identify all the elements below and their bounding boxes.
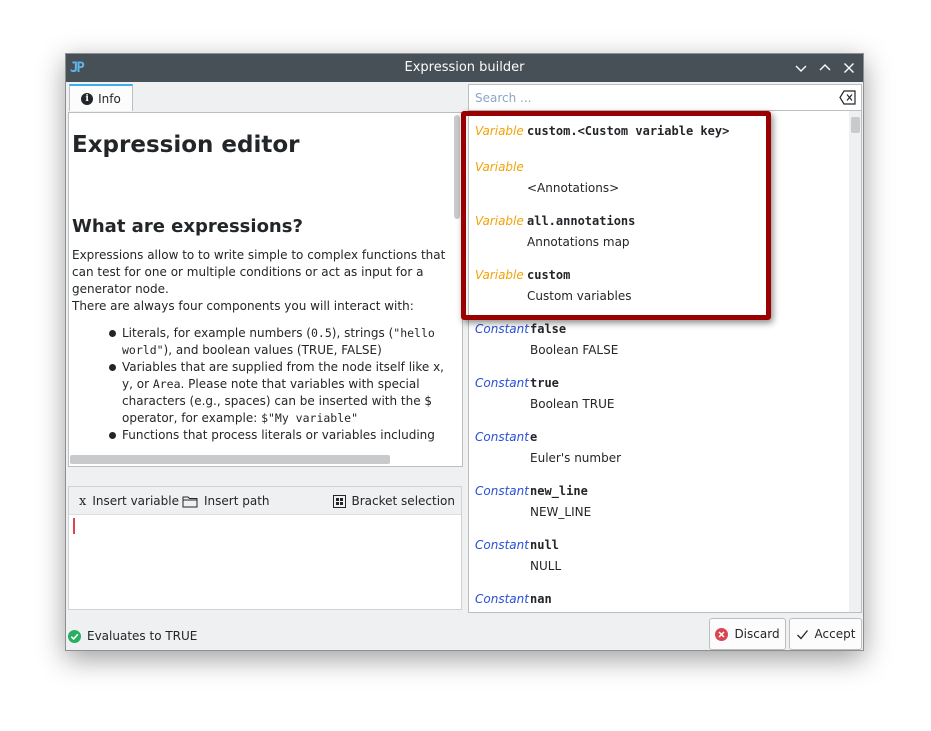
doc-horizontal-scrollbar[interactable]	[70, 455, 390, 464]
folder-icon	[182, 496, 198, 507]
minimize-button[interactable]	[791, 58, 811, 78]
item-description: NEW_LINE	[530, 505, 592, 519]
info-icon: i	[81, 92, 94, 105]
doc-subheading: What are expressions?	[72, 216, 303, 237]
text-cursor	[73, 518, 75, 534]
item-kind: Constant	[475, 538, 529, 552]
bracket-selection-label: Bracket selection	[351, 494, 455, 508]
item-description: Annotations map	[527, 235, 630, 249]
doc-para1: Expressions allow to to write simple to …	[72, 248, 446, 296]
checkmark-icon	[796, 629, 808, 639]
list-item[interactable]: Variable <Annotations>	[469, 159, 849, 213]
tab-info-label: Info	[98, 91, 121, 106]
code-literal: Area	[152, 377, 181, 391]
item-description: Euler's number	[530, 451, 622, 465]
list-item[interactable]: Constant e Euler's number	[469, 429, 849, 483]
item-name: all.annotations	[527, 214, 636, 228]
search-input[interactable]	[473, 88, 827, 108]
info-document: Expression editor What are expressions? …	[68, 112, 463, 467]
insert-variable-label: Insert variable	[92, 494, 179, 508]
item-name: nan	[530, 592, 552, 606]
item-kind: Constant	[475, 322, 529, 336]
expression-builder-window: JP Expression builder i Info Expression …	[65, 53, 864, 651]
title-bar[interactable]: JP Expression builder	[66, 54, 863, 82]
item-name: new_line	[530, 484, 588, 498]
bracket-selection-button[interactable]: Bracket selection	[332, 487, 455, 515]
list-item[interactable]: Constant nan	[469, 591, 849, 612]
list-item: Literals, for example numbers (0.5), str…	[109, 325, 448, 359]
doc-heading: Expression editor	[72, 132, 300, 158]
item-name: null	[530, 538, 559, 552]
item-kind: Variable	[475, 124, 524, 138]
window-title: Expression builder	[404, 60, 525, 75]
doc-paragraph: Expressions allow to to write simple to …	[72, 247, 448, 315]
close-button[interactable]	[839, 58, 859, 78]
list-item[interactable]: Variable custom Custom variables	[469, 267, 849, 321]
discard-label: Discard	[734, 627, 780, 641]
search-box	[468, 84, 862, 111]
discard-button[interactable]: Discard	[709, 618, 786, 650]
clear-input-icon[interactable]	[839, 90, 857, 105]
list-item[interactable]: Constant new_line NEW_LINE	[469, 483, 849, 537]
list-scrollbar[interactable]	[851, 117, 860, 133]
bullet-text: Functions that process literals or varia…	[122, 428, 435, 442]
bullet-text: ), and boolean values (TRUE, FALSE)	[163, 343, 382, 357]
list-item[interactable]: Constant true Boolean TRUE	[469, 375, 849, 429]
chevron-down-icon	[795, 65, 807, 72]
item-name: custom.<Custom variable key>	[527, 124, 730, 138]
item-description: NULL	[530, 559, 562, 573]
item-kind: Constant	[475, 376, 529, 390]
insert-variable-button[interactable]: x Insert variable	[79, 487, 179, 515]
chevron-up-icon	[819, 64, 831, 71]
tab-bar: i Info	[66, 82, 465, 112]
code-literal: $"My variable"	[261, 411, 358, 425]
insert-path-button[interactable]: Insert path	[182, 487, 270, 515]
item-name: false	[530, 322, 567, 336]
item-name: true	[530, 376, 559, 390]
completion-list[interactable]: Variable custom.<Custom variable key> Va…	[468, 111, 862, 613]
bullet-text: ), strings (	[331, 326, 394, 340]
accept-label: Accept	[814, 627, 856, 641]
item-kind: Constant	[475, 484, 529, 498]
variable-icon: x	[79, 493, 87, 509]
doc-vertical-scrollbar[interactable]	[454, 115, 460, 219]
item-kind: Constant	[475, 592, 529, 606]
item-description: <Annotations>	[527, 181, 620, 195]
list-item: Variables that are supplied from the nod…	[109, 359, 448, 427]
tab-info[interactable]: i Info	[69, 84, 133, 111]
close-icon	[844, 63, 854, 73]
status-text: Evaluates to TRUE	[87, 629, 198, 643]
item-kind: Constant	[475, 430, 529, 444]
expression-editor[interactable]: x Insert variable Insert path Bracket se…	[68, 486, 462, 610]
doc-list: Literals, for example numbers (0.5), str…	[72, 325, 448, 444]
maximize-button[interactable]	[815, 58, 835, 78]
code-literal: 0.5	[310, 326, 332, 340]
bullet-text: Literals, for example numbers (	[122, 326, 311, 340]
item-kind: Variable	[475, 268, 524, 282]
editor-toolbar: x Insert variable Insert path Bracket se…	[69, 487, 461, 515]
bracket-icon	[332, 494, 346, 508]
doc-para2: There are always four components you wil…	[72, 299, 414, 313]
accept-button[interactable]: Accept	[789, 618, 862, 650]
list-item: Functions that process literals or varia…	[109, 427, 448, 444]
item-description: Boolean FALSE	[530, 343, 619, 357]
item-description: Boolean TRUE	[530, 397, 615, 411]
insert-path-label: Insert path	[204, 494, 270, 508]
item-kind: Variable	[475, 160, 524, 174]
discard-icon	[715, 627, 729, 641]
item-kind: Variable	[475, 214, 524, 228]
list-scroll-track	[849, 111, 861, 612]
item-name: custom	[527, 268, 571, 282]
item-description: Custom variables	[527, 289, 632, 303]
item-name: e	[530, 430, 538, 444]
list-item[interactable]: Constant null NULL	[469, 537, 849, 591]
check-circle-icon	[68, 629, 81, 643]
status-bar: Evaluates to TRUE	[68, 622, 197, 650]
list-item[interactable]: Constant false Boolean FALSE	[469, 321, 849, 375]
list-item[interactable]: Variable all.annotations Annotations map	[469, 213, 849, 267]
doc-horizontal-scroll-track	[69, 454, 462, 466]
